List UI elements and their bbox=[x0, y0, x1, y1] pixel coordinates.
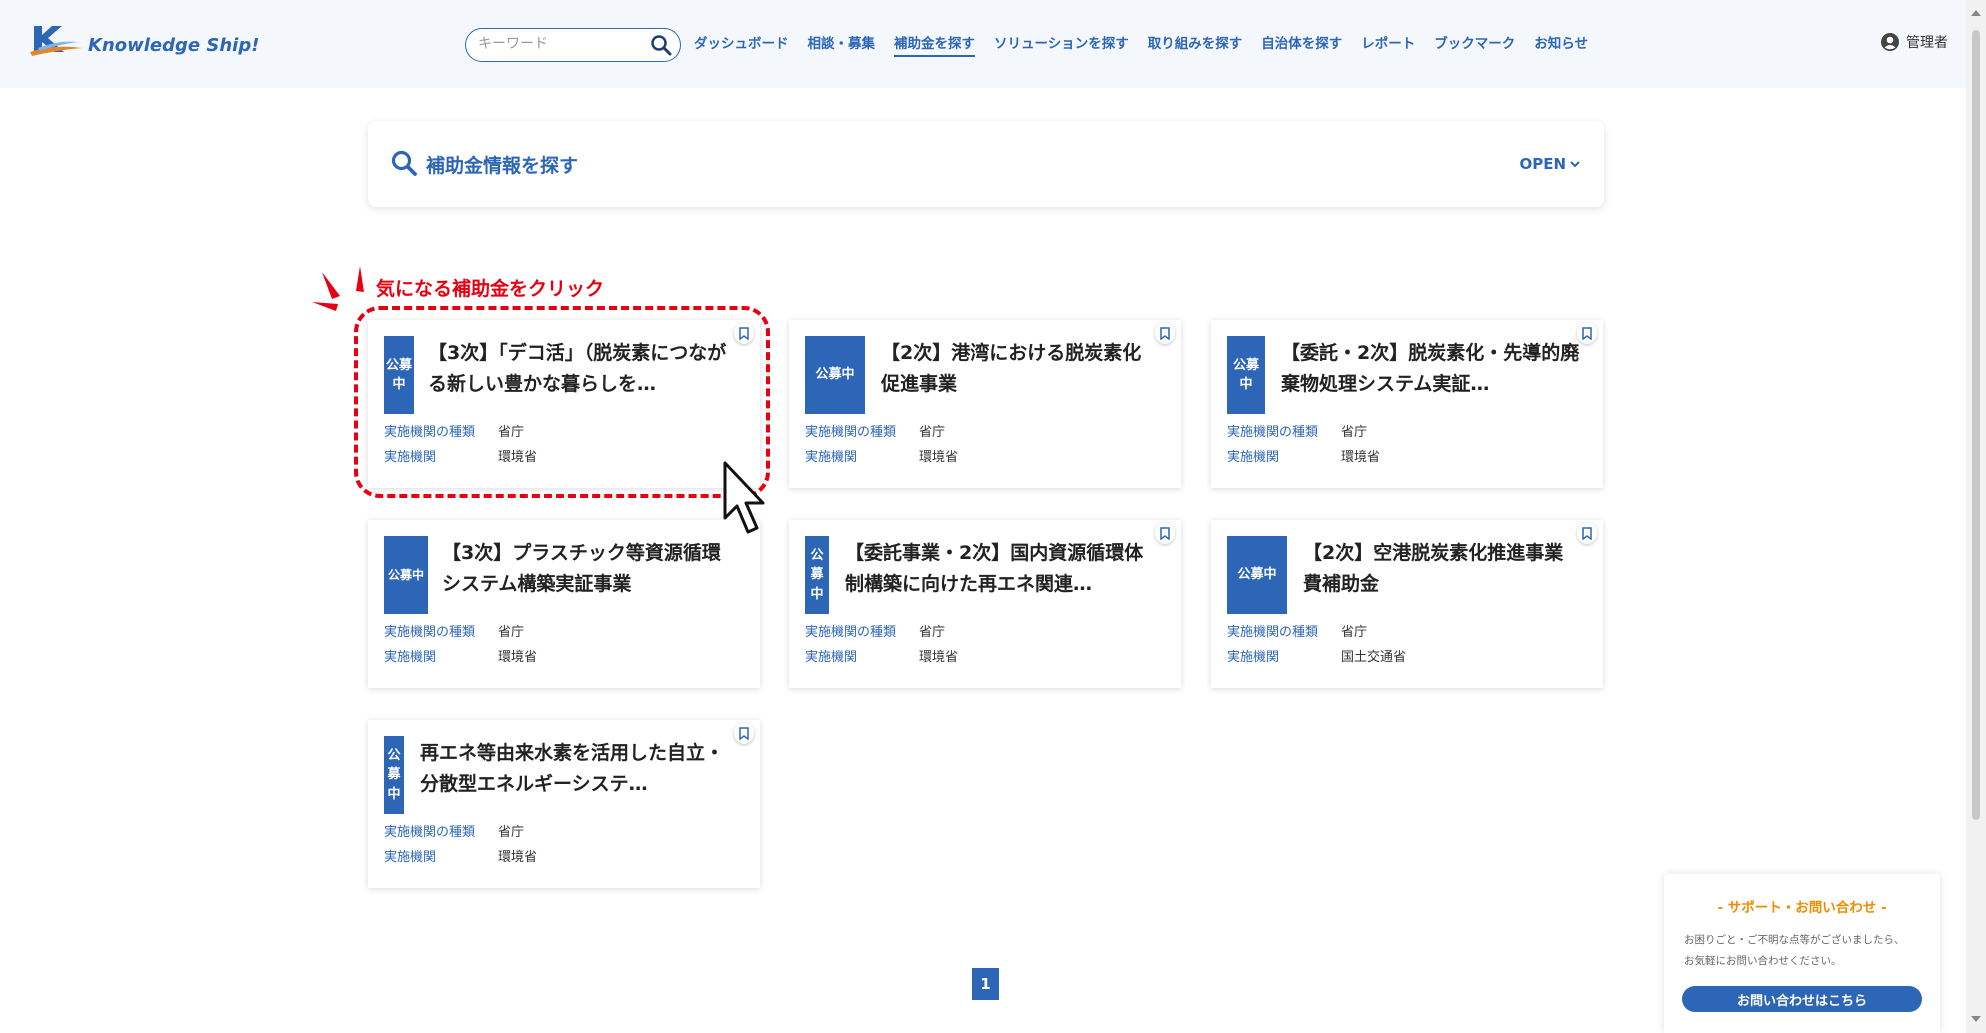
status-badge: 公募中 bbox=[1227, 336, 1265, 414]
subsidy-card[interactable]: 公募中 【委託・2次】脱炭素化・先導的廃棄物処理システム実証… 実施機関の種類省… bbox=[1211, 320, 1603, 488]
nav-dashboard[interactable]: ダッシュボード bbox=[694, 32, 789, 57]
user-menu[interactable]: 管理者 bbox=[1880, 32, 1948, 52]
card-title[interactable]: 【委託・2次】脱炭素化・先導的廃棄物処理システム実証… bbox=[1281, 338, 1581, 400]
card-meta-org: 実施機関 国土交通省 bbox=[1227, 650, 1407, 665]
card-meta-type: 実施機関の種類 省庁 bbox=[1227, 625, 1368, 640]
contact-button[interactable]: お問い合わせはこちら bbox=[1682, 986, 1922, 1012]
card-title[interactable]: 【3次】プラスチック等資源循環システム構築実証事業 bbox=[442, 538, 732, 600]
logo[interactable]: Knowledge Ship! bbox=[28, 22, 259, 58]
bookmark-icon[interactable] bbox=[1155, 522, 1175, 544]
card-meta-org: 実施機関 環境省 bbox=[805, 450, 959, 465]
nav-solutions[interactable]: ソリューションを探す bbox=[994, 32, 1129, 57]
nav-municipalities[interactable]: 自治体を探す bbox=[1261, 32, 1342, 57]
subsidy-card[interactable]: 公募中 再エネ等由来水素を活用した自立・分散型エネルギーシステ… 実施機関の種類… bbox=[368, 720, 760, 888]
subsidy-card[interactable]: 公募中 【2次】空港脱炭素化推進事業費補助金 実施機関の種類 省庁 実施機関 国土交… bbox=[1211, 520, 1603, 688]
user-name: 管理者 bbox=[1906, 35, 1948, 51]
status-badge: 公募中 bbox=[805, 336, 865, 414]
search-panel-title: 補助金情報を探す bbox=[426, 155, 579, 177]
nav-notices[interactable]: お知らせ bbox=[1534, 32, 1588, 57]
bookmark-icon[interactable] bbox=[734, 722, 754, 744]
subsidy-card[interactable]: 公募中 【3次】「デコ活」（脱炭素につながる新しい豊かな暮らしを… 実施機関の種… bbox=[368, 320, 760, 488]
card-meta-type: 実施機関の種類 省庁 bbox=[805, 625, 946, 640]
support-body: お困りごと・ご不明な点等がございましたら、 お気軽にお問い合わせください。 bbox=[1684, 934, 1905, 967]
nav-bookmarks[interactable]: ブックマーク bbox=[1434, 32, 1515, 57]
subsidy-search-panel[interactable]: 補助金情報を探す OPEN bbox=[368, 121, 1604, 207]
logo-ship-icon bbox=[30, 26, 82, 56]
scroll-up-arrow-icon[interactable] bbox=[1971, 10, 1981, 16]
support-title: - サポート・お問い合わせ - bbox=[1717, 900, 1887, 916]
status-badge: 公募中 bbox=[384, 736, 404, 814]
mouse-cursor-icon bbox=[723, 461, 765, 534]
bookmark-icon[interactable] bbox=[1577, 522, 1597, 544]
status-badge: 公募中 bbox=[384, 336, 414, 414]
nav-initiatives[interactable]: 取り組みを探す bbox=[1148, 32, 1243, 57]
bookmark-icon[interactable] bbox=[734, 322, 754, 344]
chevron-down-icon bbox=[1570, 161, 1580, 168]
status-badge: 公募中 bbox=[1227, 536, 1287, 614]
search-icon[interactable] bbox=[650, 34, 672, 60]
subsidy-card[interactable]: 公募中 【2次】港湾における脱炭素化促進事業 実施機関の種類 省庁 実施機関 環境省 bbox=[789, 320, 1181, 488]
nav-subsidies[interactable]: 補助金を探す bbox=[894, 32, 975, 57]
card-meta-org: 実施機関 環境省 bbox=[1227, 450, 1381, 465]
card-meta-type: 実施機関の種類 省庁 bbox=[384, 825, 525, 840]
card-meta-type: 実施機関の種類 省庁 bbox=[384, 625, 525, 640]
status-badge: 公募中 bbox=[805, 536, 829, 614]
card-title[interactable]: 【2次】空港脱炭素化推進事業費補助金 bbox=[1303, 538, 1579, 600]
pagination-page-1[interactable]: 1 bbox=[972, 968, 999, 1000]
nav-consultation[interactable]: 相談・募集 bbox=[808, 32, 876, 57]
card-meta-type: 実施機関の種類 省庁 bbox=[384, 425, 525, 440]
search-icon bbox=[390, 149, 418, 181]
card-meta-type: 実施機関の種類 省庁 bbox=[1227, 425, 1368, 440]
card-meta-org: 実施機関 環境省 bbox=[384, 450, 538, 465]
support-widget: - サポート・お問い合わせ - お困りごと・ご不明な点等がございましたら、 お気… bbox=[1664, 874, 1940, 1033]
logo-text: Knowledge Ship! bbox=[88, 34, 260, 56]
annotation-emphasis-icon bbox=[312, 266, 364, 311]
main-nav: ダッシュボード 相談・募集 補助金を探す ソリューションを探す 取り組みを探す … bbox=[694, 32, 1607, 57]
keyword-search-box[interactable] bbox=[465, 28, 681, 62]
open-toggle-button[interactable]: OPEN bbox=[1519, 155, 1580, 173]
card-meta-org: 実施機関 環境省 bbox=[384, 650, 538, 665]
scroll-down-arrow-icon[interactable] bbox=[1971, 1016, 1981, 1022]
nav-reports[interactable]: レポート bbox=[1361, 32, 1415, 57]
subsidy-card[interactable]: 公募中 【委託事業・2次】国内資源循環体制構築に向けた再エネ関連… 実施機関の種… bbox=[789, 520, 1181, 688]
annotation-text: 気になる補助金をクリック bbox=[376, 278, 605, 300]
bookmark-icon[interactable] bbox=[1577, 322, 1597, 344]
open-label: OPEN bbox=[1519, 155, 1566, 173]
card-title[interactable]: 再エネ等由来水素を活用した自立・分散型エネルギーシステ… bbox=[420, 738, 732, 800]
header: Knowledge Ship! ダッシュボード 相談・募集 補助金を探す ソリュ… bbox=[0, 0, 1966, 88]
bookmark-icon[interactable] bbox=[1155, 322, 1175, 344]
keyword-search-input[interactable] bbox=[478, 29, 648, 59]
card-title[interactable]: 【委託事業・2次】国内資源循環体制構築に向けた再エネ関連… bbox=[845, 538, 1159, 600]
card-meta-org: 実施機関 環境省 bbox=[805, 650, 959, 665]
card-meta-org: 実施機関 環境省 bbox=[384, 850, 538, 865]
card-meta-type: 実施機関の種類 省庁 bbox=[805, 425, 946, 440]
card-title[interactable]: 【3次】「デコ活」（脱炭素につながる新しい豊かな暮らしを… bbox=[428, 338, 732, 400]
page-scrollbar[interactable] bbox=[1966, 0, 1986, 1033]
card-title[interactable]: 【2次】港湾における脱炭素化促進事業 bbox=[881, 338, 1157, 400]
subsidy-card[interactable]: 公募中 【3次】プラスチック等資源循環システム構築実証事業 実施機関の種類 省庁 … bbox=[368, 520, 760, 688]
scroll-thumb[interactable] bbox=[1972, 30, 1980, 820]
user-avatar-icon bbox=[1881, 33, 1899, 51]
status-badge: 公募中 bbox=[384, 536, 428, 614]
